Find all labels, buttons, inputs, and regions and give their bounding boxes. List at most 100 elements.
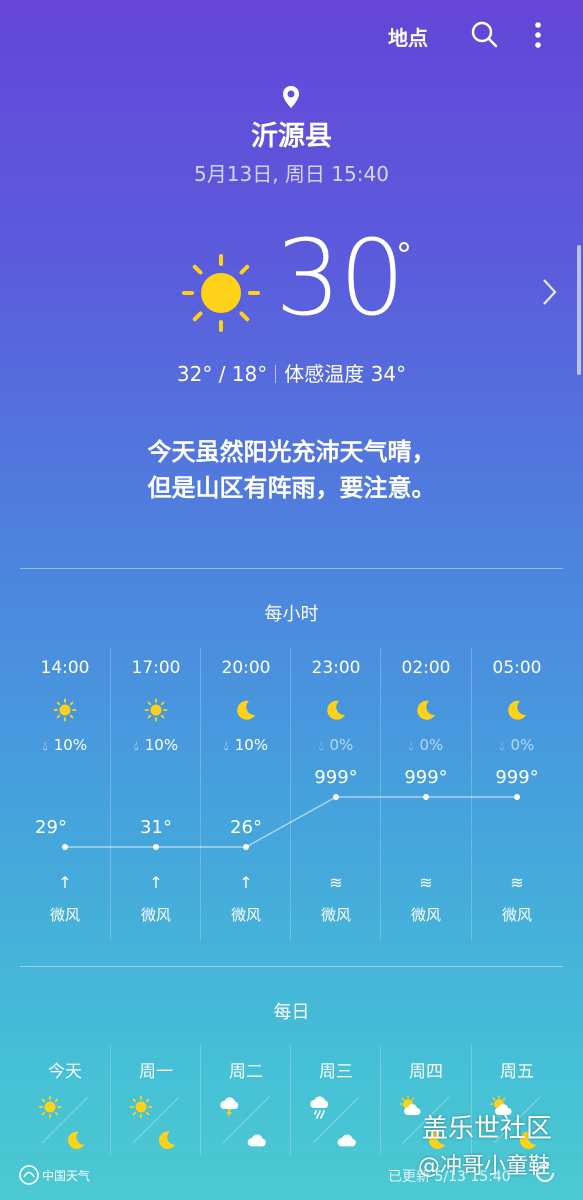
wind-direction-icon: ≋ bbox=[419, 873, 433, 892]
moon-icon bbox=[237, 700, 255, 720]
wind-label: 微风 bbox=[49, 906, 80, 924]
hour-condition bbox=[53, 698, 77, 722]
precip-chance: 💧︎ 10% bbox=[42, 736, 88, 754]
more-vert-icon[interactable] bbox=[530, 20, 546, 50]
daily-item[interactable]: 周一 bbox=[111, 1045, 201, 1155]
day-name: 周四 bbox=[409, 1062, 443, 1082]
day-name: 周五 bbox=[500, 1062, 534, 1082]
raindrop-icon: 💧︎ bbox=[223, 739, 229, 753]
night-condition bbox=[155, 1129, 179, 1151]
hour-time: 02:00 bbox=[401, 658, 451, 678]
sun-icon bbox=[38, 1095, 62, 1119]
hour-condition bbox=[324, 698, 348, 722]
summary-line: 但是山区有阵雨，要注意。 bbox=[147, 474, 436, 502]
moon-icon bbox=[68, 1131, 85, 1149]
day-condition bbox=[38, 1095, 62, 1119]
night-condition bbox=[335, 1129, 359, 1151]
hour-time: 05:00 bbox=[492, 658, 542, 678]
temperature-point bbox=[423, 794, 429, 800]
daily-item[interactable]: 今天 bbox=[20, 1045, 110, 1155]
wind-direction-icon: ≋ bbox=[329, 873, 343, 892]
wind-label: 微风 bbox=[410, 906, 441, 924]
degree-symbol: ° bbox=[396, 236, 412, 274]
raindrop-icon: 💧︎ bbox=[42, 739, 48, 753]
watermark-text: @冲哥小童鞋 bbox=[418, 1154, 551, 1179]
date-time: 5月13日, 周日 15:40 bbox=[194, 162, 389, 186]
temperature-point bbox=[62, 844, 68, 850]
hour-time: 23:00 bbox=[311, 658, 361, 678]
thunderstorm-icon bbox=[220, 1097, 239, 1118]
hour-condition bbox=[144, 698, 168, 722]
temperature-line bbox=[65, 796, 517, 848]
moon-icon bbox=[159, 1131, 176, 1149]
summary-line: 今天虽然阳光充沛天气晴， bbox=[147, 438, 436, 466]
day-condition bbox=[129, 1095, 153, 1119]
column-divider bbox=[110, 1045, 111, 1155]
sun-icon bbox=[53, 698, 77, 722]
sunny-icon bbox=[182, 254, 260, 332]
scrollbar[interactable] bbox=[577, 245, 581, 375]
temperature-line-chart bbox=[62, 794, 520, 850]
sun-icon bbox=[144, 698, 168, 722]
hourly-title: 每小时 bbox=[264, 604, 319, 625]
svg-text:中国天气: 中国天气 bbox=[42, 1168, 90, 1183]
hour-time: 17:00 bbox=[131, 658, 181, 678]
daily-item[interactable]: 周三 bbox=[291, 1045, 381, 1155]
day-condition bbox=[399, 1095, 423, 1119]
daily-item[interactable]: 周二 bbox=[201, 1045, 291, 1155]
raindrop-icon: 💧︎ bbox=[318, 739, 324, 753]
partly-cloudy-icon bbox=[399, 1095, 421, 1115]
temperature-point bbox=[514, 794, 520, 800]
hour-condition bbox=[234, 698, 258, 722]
daily-title: 每日 bbox=[273, 1002, 310, 1023]
wind-label: 微风 bbox=[501, 906, 532, 924]
feels-like: 体感温度 34° bbox=[284, 362, 407, 386]
rain-icon bbox=[310, 1096, 329, 1119]
wind-label: 微风 bbox=[230, 906, 261, 924]
divider bbox=[275, 365, 277, 383]
location-button[interactable]: 地点 bbox=[388, 22, 428, 51]
day-name: 今天 bbox=[48, 1062, 82, 1082]
temperature-point bbox=[243, 844, 249, 850]
day-name: 周三 bbox=[319, 1062, 353, 1082]
watermark-text: 盖乐世社区 bbox=[422, 1114, 553, 1144]
column-divider bbox=[290, 1045, 291, 1155]
wind-label: 微风 bbox=[140, 906, 171, 924]
night-condition bbox=[64, 1129, 88, 1151]
moon-icon bbox=[417, 700, 435, 720]
cloud-icon bbox=[337, 1134, 356, 1147]
raindrop-icon: 💧︎ bbox=[408, 739, 414, 753]
section-divider bbox=[20, 568, 563, 569]
chevron-right-icon[interactable] bbox=[538, 276, 560, 308]
precip-chance: 💧︎ 10% bbox=[223, 736, 269, 754]
day-condition bbox=[309, 1095, 333, 1119]
wind-direction-icon: ≋ bbox=[510, 873, 524, 892]
temperature-point bbox=[333, 794, 339, 800]
wind-direction-icon: ↑ bbox=[149, 873, 163, 892]
precip-chance: 💧︎ 10% bbox=[133, 736, 179, 754]
raindrop-icon: 💧︎ bbox=[499, 739, 505, 753]
sun-icon bbox=[129, 1095, 153, 1119]
wind-direction-icon: ↑ bbox=[239, 873, 253, 892]
precip-chance: 💧︎ 0% bbox=[499, 736, 535, 754]
day-name: 周二 bbox=[229, 1062, 263, 1082]
raindrop-icon: 💧︎ bbox=[133, 739, 139, 753]
search-icon[interactable] bbox=[470, 20, 498, 48]
hour-condition bbox=[505, 698, 529, 722]
hour-time: 20:00 bbox=[221, 658, 271, 678]
weather-provider-logo: 中国天气 bbox=[19, 1165, 90, 1185]
hour-time: 14:00 bbox=[40, 658, 90, 678]
precip-chance: 💧︎ 0% bbox=[408, 736, 444, 754]
moon-icon bbox=[508, 700, 526, 720]
city-name: 沂源县 bbox=[251, 121, 332, 152]
night-condition bbox=[245, 1129, 269, 1151]
weather-summary: 今天虽然阳光充沛天气晴， 但是山区有阵雨，要注意。 bbox=[0, 434, 583, 506]
cloud-icon bbox=[247, 1134, 266, 1147]
day-name: 周一 bbox=[139, 1062, 173, 1082]
hour-condition bbox=[414, 698, 438, 722]
column-divider bbox=[380, 1045, 381, 1155]
moon-icon bbox=[327, 700, 345, 720]
precip-chance: 💧︎ 0% bbox=[318, 736, 354, 754]
wind-label: 微风 bbox=[320, 906, 351, 924]
location-pin-icon bbox=[283, 86, 299, 108]
